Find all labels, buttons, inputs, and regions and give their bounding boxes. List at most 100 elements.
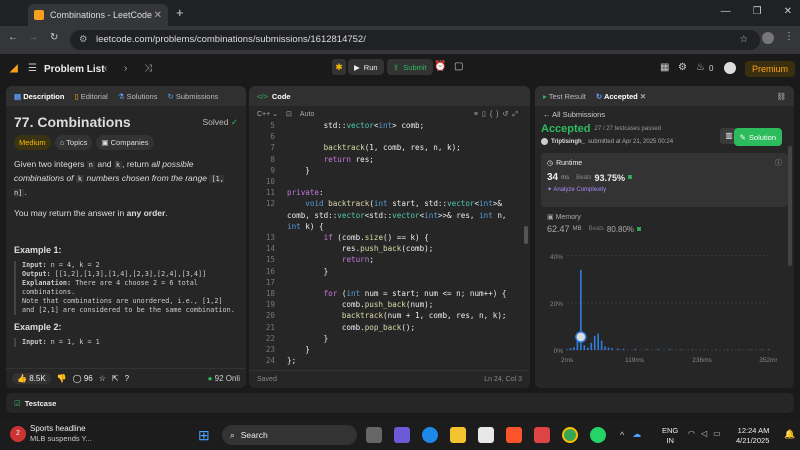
back-icon[interactable]: ← [8, 32, 18, 43]
file-explorer-icon[interactable] [450, 427, 466, 443]
code-line[interactable]: 19 comb.push_back(num); [251, 299, 530, 310]
share-icon[interactable]: ⇱ [112, 374, 119, 383]
code-line[interactable]: 10 [251, 176, 530, 187]
debug-icon[interactable]: ✱ [332, 59, 346, 75]
solution-button[interactable]: ✎ Solution [733, 128, 782, 146]
leetcode-logo-icon[interactable]: ◢ [10, 63, 18, 74]
info-icon[interactable]: ⓘ [775, 158, 782, 168]
tab-test-result[interactable]: ▸ Test Result [543, 92, 586, 101]
runtime-card[interactable]: ◷ Runtime ⓘ 34 ms Beats 93.75% ◙ ✦ Analy… [541, 153, 788, 207]
companies-chip[interactable]: ▣ Companies [96, 135, 154, 150]
testcase-bar[interactable]: ☑ Testcase [6, 393, 794, 413]
premium-button[interactable]: Premium [745, 61, 795, 77]
language-indicator[interactable]: ENG IN [662, 426, 678, 446]
profile-avatar-icon[interactable] [762, 32, 774, 44]
close-window-icon[interactable]: ✕ [784, 6, 792, 17]
code-line[interactable]: 16 } [251, 266, 530, 277]
code-line[interactable]: 8 return res; [251, 154, 530, 165]
submit-button[interactable]: ⇪ Submit [387, 59, 433, 75]
maximize-icon[interactable]: ❐ [753, 6, 762, 17]
format-icon[interactable]: ≡ [474, 111, 482, 118]
tab-editorial[interactable]: ▯ Editorial [74, 92, 107, 101]
code-line[interactable]: 13 if (comb.size() == k) { [251, 232, 530, 243]
forward-icon[interactable]: → [28, 32, 38, 43]
reset-icon[interactable]: ↺ [503, 111, 513, 118]
prev-problem-icon[interactable]: ‹ [104, 63, 107, 74]
user-avatar[interactable] [724, 62, 736, 74]
notes-icon[interactable]: ▢ [454, 61, 463, 72]
shuffle-icon[interactable]: ⤨ [144, 63, 152, 74]
code-line[interactable]: 14 res.push_back(comb); [251, 243, 530, 254]
code-line[interactable]: 22 } [251, 333, 530, 344]
memory-section[interactable]: ▣ Memory 62.47 MB Beats 80.80% ◙ [541, 213, 788, 234]
editor-scrollbar[interactable] [524, 226, 528, 244]
chrome-icon[interactable] [562, 427, 578, 443]
windows-start-icon[interactable]: ⊞ [198, 427, 210, 444]
app-red-icon[interactable] [534, 427, 550, 443]
code-line[interactable]: int k) { [251, 221, 530, 232]
brave-icon[interactable] [506, 427, 522, 443]
link-icon[interactable]: ⛓ [776, 92, 786, 101]
code-line[interactable]: 12 void backtrack(int start, std::vector… [251, 198, 530, 209]
like-button[interactable]: 👍 8.5K [12, 373, 51, 384]
code-line[interactable]: 6 [251, 131, 530, 142]
topics-chip[interactable]: ⌂ Topics [54, 135, 93, 150]
minimize-icon[interactable]: — [721, 6, 731, 17]
braces-icon[interactable]: {} [490, 111, 503, 118]
run-button[interactable]: ▶ Run [348, 59, 384, 75]
problem-list-link[interactable]: Problem List [44, 64, 105, 75]
runtime-distribution-chart[interactable]: 40% 20% 0% 2ms 119ms 236ms 352ms [541, 238, 780, 366]
difficulty-badge[interactable]: Medium [14, 135, 51, 150]
new-tab-icon[interactable]: + [176, 5, 184, 20]
favorite-star-icon[interactable]: ☆ [99, 374, 106, 383]
settings-gear-icon[interactable]: ⚙ [678, 62, 687, 73]
close-tab-icon[interactable]: ✕ [154, 10, 162, 21]
layout-icon[interactable]: ▦ [660, 62, 669, 73]
tab-solutions[interactable]: ⚗ Solutions [118, 92, 158, 101]
edge-icon[interactable] [422, 427, 438, 443]
notifications-icon[interactable]: 🔔 [784, 429, 795, 440]
code-line[interactable]: 15 return; [251, 254, 530, 265]
code-line[interactable]: 18 for (int num = start; num <= n; num++… [251, 288, 530, 299]
code-line[interactable]: 23 } [251, 344, 530, 355]
url-field[interactable]: ⚙ leetcode.com/problems/combinations/sub… [70, 30, 760, 50]
store-icon[interactable] [478, 427, 494, 443]
browser-tab[interactable]: Combinations - LeetCode ✕ [28, 4, 168, 26]
code-line[interactable]: 17 [251, 277, 530, 288]
task-view-icon[interactable] [366, 427, 382, 443]
analyze-complexity-link[interactable]: ✦ Analyze Complexity [547, 186, 782, 193]
timer-icon[interactable]: ⏰ [434, 61, 446, 72]
code-line[interactable]: 21 comb.pop_back(); [251, 322, 530, 333]
clock[interactable]: 12:24 AM 4/21/2025 [736, 426, 769, 446]
bookmark-icon[interactable]: ▯ [482, 111, 490, 118]
tab-submissions[interactable]: ↻ Submissions [167, 92, 218, 101]
comments-button[interactable]: ◯ 96 [73, 374, 93, 383]
taskbar-search[interactable]: ⌕ Search [222, 425, 357, 445]
help-icon[interactable]: ? [125, 374, 129, 383]
close-tab-small-icon[interactable]: ✕ [640, 92, 646, 101]
code-line[interactable]: 11 private: [251, 187, 530, 198]
all-submissions-link[interactable]: ← All Submissions [535, 106, 794, 123]
whatsapp-icon[interactable] [590, 427, 606, 443]
tray-chevron-icon[interactable]: ^ [620, 430, 624, 440]
code-line[interactable]: 9 } [251, 165, 530, 176]
news-widget[interactable]: 2 Sports headline MLB suspends Y... [10, 424, 92, 444]
thumbs-down-icon[interactable]: 👎 [57, 374, 67, 383]
submitter-name[interactable]: Triptisingh_ [551, 139, 585, 145]
code-line[interactable]: 24}; [251, 355, 530, 366]
meet-icon[interactable] [394, 427, 410, 443]
next-problem-icon[interactable]: › [124, 63, 127, 74]
code-editor[interactable]: 5 std::vector<int> comb; 6 7 backtrack(1, … [249, 120, 530, 366]
code-line[interactable]: 5 std::vector<int> comb; [251, 120, 530, 131]
result-scrollbar[interactable] [788, 146, 792, 266]
code-line[interactable]: 7 backtrack(1, comb, res, n, k); [251, 142, 530, 153]
code-line[interactable]: comb, std::vector<std::vector<int>>& res… [251, 210, 530, 221]
bookmark-star-icon[interactable]: ☆ [739, 30, 748, 50]
status-icons[interactable]: ◠ ◁ ▭ [688, 429, 721, 438]
code-line[interactable]: 20 backtrack(num + 1, comb, res, n, k); [251, 310, 530, 321]
tab-accepted[interactable]: ↻ Accepted ✕ [596, 92, 646, 101]
fullscreen-icon[interactable]: ⤢ [512, 111, 522, 118]
onedrive-icon[interactable]: ☁ [632, 429, 641, 440]
language-selector[interactable]: C++ ⌄ [257, 110, 278, 118]
site-info-icon[interactable]: ⚙ [79, 30, 88, 50]
